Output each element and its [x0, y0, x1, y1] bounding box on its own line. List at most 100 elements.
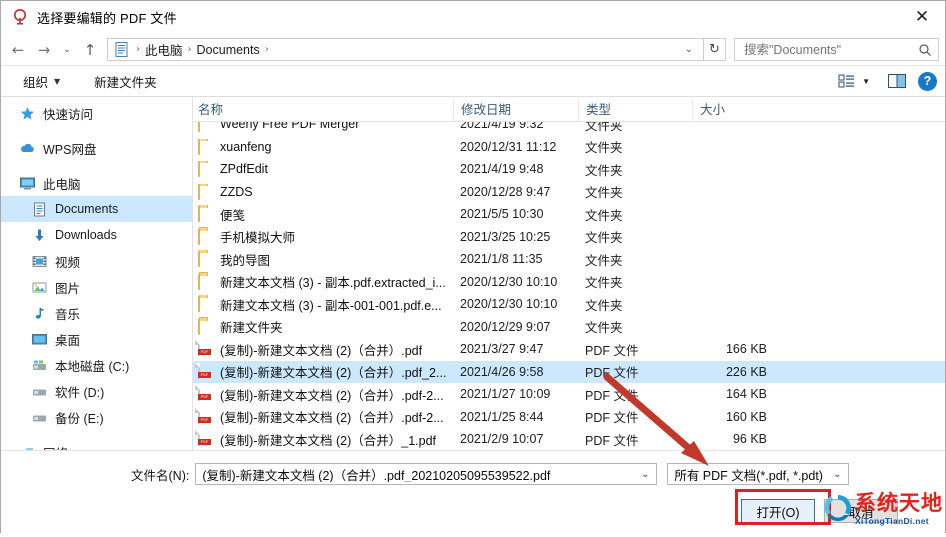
file-name-label: 新建文本文档 (3) - 副本-001-001.pdf.e... — [220, 298, 442, 313]
file-name-cell: 便笺 — [193, 205, 453, 224]
folder-icon — [198, 296, 214, 313]
pdf-app-icon — [11, 8, 29, 26]
sidebar-item-this-pc[interactable]: 此电脑 — [1, 170, 192, 196]
folder-icon — [198, 273, 214, 290]
chevron-down-icon[interactable]: ⌄ — [826, 469, 848, 480]
pdf-icon-glyph — [198, 407, 200, 424]
command-bar: 组织 ▼ 新建文件夹 ▼ ? — [1, 65, 945, 97]
table-row[interactable]: 手机模拟大师 2021/3/25 10:25 文件夹 — [193, 226, 945, 249]
column-header-type[interactable]: 类型 — [578, 99, 692, 121]
preview-pane-icon[interactable] — [886, 71, 908, 91]
column-header-name[interactable]: 名称 ^ — [193, 97, 453, 121]
new-folder-button[interactable]: 新建文件夹 — [86, 69, 165, 94]
sidebar-item-label: 快速访问 — [43, 107, 94, 122]
table-row[interactable]: Weeny Free PDF Merger 2021/4/19 9:32 文件夹 — [193, 122, 945, 136]
table-row[interactable]: 新建文本文档 (3) - 副本-001-001.pdf.e... 2020/12/… — [193, 293, 945, 316]
sidebar-item-pictures[interactable]: 图片 — [1, 274, 192, 300]
sidebar-item-music[interactable]: 音乐 — [1, 300, 192, 326]
file-date-cell: 2020/12/29 9:07 — [460, 319, 551, 334]
sidebar-item-label: 图片 — [55, 281, 81, 296]
chevron-down-icon[interactable]: ⌄ — [634, 469, 656, 480]
sidebar-item-downloads[interactable]: Downloads — [1, 222, 192, 248]
chevron-down-icon: ▼ — [54, 76, 61, 86]
breadcrumb-separator-2[interactable]: › — [262, 44, 272, 55]
help-button[interactable]: ? — [918, 71, 937, 91]
system-drive-icon — [31, 357, 48, 374]
column-headers: 名称 ^ 修改日期 类型 大小 — [193, 97, 945, 122]
file-name-label: (复制)-新建文本文档 (2)（合并）.pdf-2... — [220, 411, 444, 426]
file-name-label: (复制)-新建文本文档 (2)（合并）.pdf-2... — [220, 388, 444, 403]
table-row[interactable]: 新建文本文档 (3) - 副本.pdf.extracted_i... 2020/1… — [193, 271, 945, 294]
close-icon[interactable]: ✕ — [899, 1, 945, 32]
documents-icon — [31, 201, 48, 218]
table-row[interactable]: ZZDS 2020/12/28 9:47 文件夹 — [193, 181, 945, 204]
view-list-icon[interactable] — [836, 71, 858, 91]
sidebar-item-videos[interactable]: 视频 — [1, 248, 192, 274]
watermark-url: XiTongTianDi.net — [855, 515, 929, 526]
folder-icon — [198, 161, 214, 178]
sidebar-item-drive-d[interactable]: 软件 (D:) — [1, 378, 192, 404]
file-name-cell: (复制)-新建文本文档 (2)（合并）_1.pdf — [193, 430, 453, 449]
filetype-select[interactable]: 所有 PDF 文档(*.pdf, *.pdt) ⌄ — [667, 463, 850, 485]
file-size-cell: 226 KB — [725, 364, 767, 379]
file-name-label: 新建文本文档 (3) - 副本.pdf.extracted_i... — [220, 276, 446, 291]
file-type-cell: 文件夹 — [585, 122, 623, 133]
sidebar-item-wps-cloud[interactable]: WPS网盘 — [1, 135, 192, 161]
table-row[interactable]: 新建文件夹 2020/12/29 9:07 文件夹 — [193, 316, 945, 339]
folder-icon — [198, 183, 214, 200]
table-row[interactable]: (复制)-新建文本文档 (2)（合并）.pdf 2021/3/27 9:47 PDF… — [193, 338, 945, 361]
watermark: 系统天地 XiTongTianDi.net — [821, 488, 946, 530]
folder-icon-glyph — [198, 183, 200, 200]
table-row[interactable]: (复制)-新建文本文档 (2)（合并）.pdf-2... 2021/1/25 8:… — [193, 406, 945, 429]
file-date-cell: 2020/12/30 10:10 — [460, 274, 558, 289]
breadcrumb[interactable]: › 此电脑 › Documents › ⌄ — [107, 38, 704, 61]
folder-icon-glyph — [198, 122, 200, 133]
chevron-down-icon[interactable]: ▼ — [862, 77, 870, 86]
sidebar-item-documents[interactable]: Documents — [1, 196, 192, 222]
pdf-icon-glyph — [198, 430, 200, 447]
folder-icon — [198, 122, 214, 133]
file-date-cell: 2021/1/8 11:35 — [460, 252, 543, 267]
refresh-icon[interactable]: ↻ — [704, 38, 726, 61]
sidebar-item-quick-access[interactable]: 快速访问 — [1, 100, 192, 126]
back-button[interactable]: ← — [5, 37, 31, 63]
table-row[interactable]: xuanfeng 2020/12/31 11:12 文件夹 — [193, 136, 945, 159]
file-type-cell: PDF 文件 — [585, 343, 639, 358]
table-row[interactable]: (复制)-新建文本文档 (2)（合并）.pdf-2... 2021/1/27 10… — [193, 383, 945, 406]
sidebar-item-drive-e[interactable]: 备份 (E:) — [1, 404, 192, 430]
search-box[interactable] — [734, 38, 939, 61]
table-row[interactable]: (复制)-新建文本文档 (2)（合并）.pdf_2... 2021/4/26 9:… — [193, 360, 945, 383]
pdf-icon — [198, 407, 214, 425]
sidebar-item-local-disk-c[interactable]: 本地磁盘 (C:) — [1, 352, 192, 378]
column-header-date[interactable]: 修改日期 — [453, 99, 578, 121]
table-row[interactable]: ZPdfEdit 2021/4/19 9:48 文件夹 — [193, 158, 945, 181]
sidebar-item-desktop[interactable]: 桌面 — [1, 326, 192, 352]
table-row[interactable]: 我的导图 2021/1/8 11:35 文件夹 — [193, 248, 945, 271]
search-icon[interactable] — [918, 43, 932, 57]
file-type-cell: 文件夹 — [585, 141, 623, 156]
organize-menu[interactable]: 组织 ▼ — [15, 69, 68, 94]
filetype-value: 所有 PDF 文档(*.pdf, *.pdt) — [674, 468, 823, 483]
forward-button[interactable]: → — [31, 37, 57, 63]
sidebar-item-network[interactable]: 网络 — [1, 439, 192, 450]
recent-locations-button[interactable]: ⌄ — [57, 37, 77, 63]
breadcrumb-item-0[interactable]: 此电脑 — [143, 40, 185, 59]
filename-field[interactable]: ⌄ — [195, 463, 658, 485]
folder-icon-glyph — [198, 318, 200, 335]
breadcrumb-item-1[interactable]: Documents — [195, 43, 262, 57]
file-type-cell: 文件夹 — [585, 321, 623, 336]
search-input[interactable] — [742, 41, 918, 58]
picture-icon — [31, 279, 48, 296]
column-header-size[interactable]: 大小 — [692, 99, 776, 121]
chevron-down-icon[interactable]: ⌄ — [677, 44, 701, 55]
filename-input[interactable] — [200, 466, 635, 482]
recycle-arrows-logo — [821, 491, 855, 528]
table-row[interactable]: (复制)-新建文本文档 (2)（合并）_1.pdf 2021/2/9 10:07 P… — [193, 428, 945, 450]
file-name-label: 我的导图 — [220, 253, 271, 268]
watermark-text: 系统天地 XiTongTianDi.net — [855, 492, 943, 526]
up-button[interactable]: ↑ — [77, 37, 103, 63]
file-date-cell: 2021/3/27 9:47 — [460, 342, 544, 357]
file-date-cell: 2020/12/28 9:47 — [460, 184, 551, 199]
table-row[interactable]: 便笺 2021/5/5 10:30 文件夹 — [193, 203, 945, 226]
